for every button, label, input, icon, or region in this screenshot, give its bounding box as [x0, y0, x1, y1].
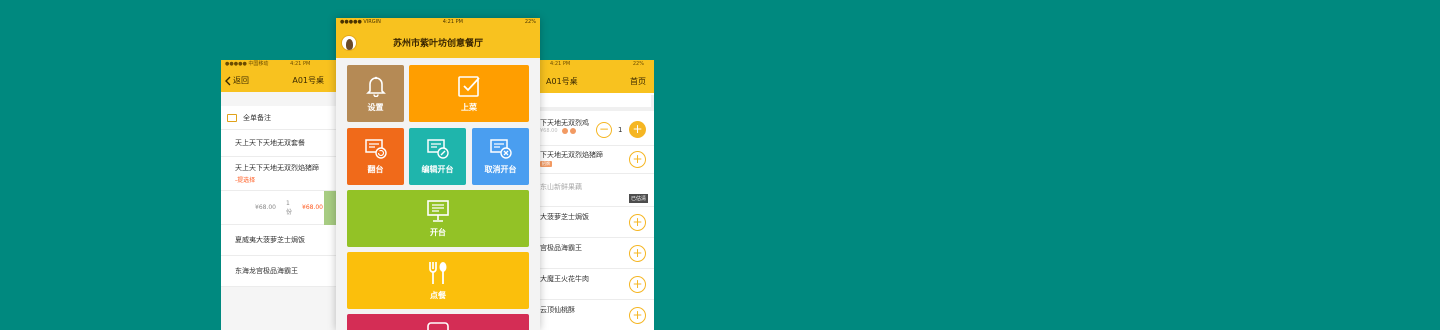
dish-name: 下天地无双烈鸡 [540, 119, 589, 127]
right-status-bar: 4:21 PM 22% [540, 60, 654, 69]
tile-label: 翻台 [367, 164, 384, 174]
list-item: 东山新鲜果藕 已估清 [540, 174, 654, 207]
left-table-title: A01号桌 [292, 76, 324, 85]
left-nav-bar: 返回 A01号桌 [221, 69, 336, 92]
badge-icon [570, 128, 576, 134]
quantity-value: 1 [618, 126, 623, 134]
right-battery: 22% [632, 61, 644, 67]
left-header: ●●●●● 中国移动 4:21 PM 返回 A01号桌 [221, 60, 336, 92]
list-item[interactable]: 云顶仙桃酥 + [540, 300, 654, 330]
list-item[interactable]: 下天地无双烈鸡 ¥68.00 − 1 + [540, 114, 654, 146]
home-button[interactable]: 首页 [630, 76, 646, 87]
fork-spoon-icon [429, 261, 447, 284]
tile-label: 取消开台 [484, 164, 517, 174]
dish-name: 宫极品海霸王 [540, 244, 582, 252]
order-note-label: 全单备注 [243, 113, 271, 122]
list-item[interactable]: 东海龙宫极品海霸王 [221, 256, 336, 287]
add-button[interactable]: + [629, 245, 646, 262]
right-header: 4:21 PM 22% A01号桌 首页 [540, 60, 654, 93]
center-header: ●●●●● VIRGIN 4:21 PM 22% 苏州市紫叶坊创意餐厅 [336, 18, 540, 58]
original-price: ¥68.00 [255, 204, 276, 211]
bottom-tile[interactable] [347, 314, 529, 330]
table-refresh-icon [364, 138, 387, 159]
dish-name: 天上天下天地无双套餐 [235, 139, 305, 147]
left-time: 4:21 PM [290, 61, 311, 67]
add-button[interactable]: + [629, 276, 646, 293]
list-item[interactable]: 下天地无双烈焰猪蹄 招牌 + [540, 146, 654, 174]
sold-out-badge: 已估清 [628, 194, 648, 203]
center-status-bar: ●●●●● VIRGIN 4:21 PM 22% [336, 18, 540, 27]
increase-button[interactable]: + [629, 121, 646, 138]
left-carrier: ●●●●● 中国移动 [225, 61, 269, 67]
center-battery: 22% [524, 19, 536, 25]
tile-label: 设置 [367, 102, 384, 112]
check-box-icon [458, 75, 480, 97]
search-bar [540, 95, 654, 111]
list-item[interactable]: 宫极品海霸王 + [540, 238, 654, 269]
tile-label: 开台 [430, 227, 446, 237]
settings-tile[interactable]: 设置 [347, 65, 404, 122]
back-label: 返回 [233, 76, 249, 85]
dish-name: 大魔王火花牛肉 [540, 275, 589, 283]
add-button[interactable]: + [629, 214, 646, 231]
dish-name: 云顶仙桃酥 [540, 306, 575, 314]
decrease-button[interactable]: − [596, 122, 612, 138]
left-status-bar: ●●●●● 中国移动 4:21 PM [221, 60, 336, 69]
order-tile[interactable]: 点餐 [347, 252, 529, 309]
restaurant-title: 苏州市紫叶坊创意餐厅 [392, 39, 483, 49]
rounded-rect-icon [427, 322, 449, 330]
center-time: 4:21 PM [442, 19, 463, 25]
order-note-row[interactable]: 全单备注 [221, 106, 336, 130]
left-phone-screen: ●●●●● 中国移动 4:21 PM 返回 A01号桌 全单备注 天上天下天地无… [221, 60, 336, 330]
avatar[interactable] [341, 35, 357, 51]
dish-name: 下天地无双烈焰猪蹄 [540, 151, 603, 159]
edit-open-table-tile[interactable]: 编辑开台 [409, 128, 466, 185]
add-button[interactable]: + [629, 151, 646, 168]
center-carrier: ●●●●● VIRGIN [340, 19, 381, 25]
list-item[interactable]: 大魔王火花牛肉 + [540, 269, 654, 300]
swipe-action-handle[interactable] [324, 191, 336, 225]
add-button[interactable]: + [629, 307, 646, 324]
current-price: ¥68.00 [302, 204, 323, 211]
search-input[interactable] [540, 95, 651, 107]
flip-table-tile[interactable]: 翻台 [347, 128, 404, 185]
monitor-icon [427, 199, 449, 222]
dish-price-row[interactable]: ¥68.00 1份 ¥68.00 [221, 191, 336, 225]
note-icon [227, 113, 237, 122]
list-item[interactable]: 天上天下天地无双烈焰猪蹄 -提选择 [221, 157, 336, 191]
serve-tile[interactable]: 上菜 [409, 65, 529, 122]
bell-icon [365, 76, 386, 97]
table-cancel-icon [489, 138, 512, 159]
open-table-tile[interactable]: 开台 [347, 190, 529, 247]
dish-name: 东海龙宫极品海霸王 [235, 267, 298, 275]
dish-tag: 招牌 [540, 161, 552, 167]
table-edit-icon [426, 138, 449, 159]
dish-option-hint: -提选择 [235, 177, 256, 184]
dish-price: ¥68.00 [540, 128, 558, 134]
center-phone-screen: ●●●●● VIRGIN 4:21 PM 22% 苏州市紫叶坊创意餐厅 设置 上… [336, 18, 540, 330]
right-time: 4:21 PM [550, 61, 571, 67]
dish-name: 天上天下天地无双烈焰猪蹄 [235, 164, 319, 172]
right-phone-screen: 4:21 PM 22% A01号桌 首页 下天地无双烈鸡 ¥68.00 − 1 … [540, 60, 654, 330]
chevron-left-icon [225, 76, 231, 85]
right-nav-bar: A01号桌 首页 [540, 69, 654, 93]
back-button[interactable]: 返回 [225, 75, 249, 86]
tile-label: 编辑开台 [421, 164, 454, 174]
list-item[interactable]: 夏威夷大菠萝芝士焗饭 [221, 225, 336, 256]
dish-name: 大菠萝芝士焗饭 [540, 213, 589, 221]
badge-icon [562, 128, 568, 134]
list-item[interactable]: 天上天下天地无双套餐 [221, 130, 336, 157]
portion-count: 1份 [286, 199, 293, 216]
tile-label: 点餐 [430, 290, 446, 300]
dish-name: 夏威夷大菠萝芝士焗饭 [235, 236, 305, 244]
tile-label: 上菜 [461, 102, 477, 112]
cancel-open-table-tile[interactable]: 取消开台 [472, 128, 529, 185]
center-nav-bar: 苏州市紫叶坊创意餐厅 [336, 27, 540, 58]
right-table-title: A01号桌 [546, 76, 578, 86]
list-item[interactable]: 大菠萝芝士焗饭 + [540, 207, 654, 238]
dish-name: 东山新鲜果藕 [540, 183, 582, 191]
